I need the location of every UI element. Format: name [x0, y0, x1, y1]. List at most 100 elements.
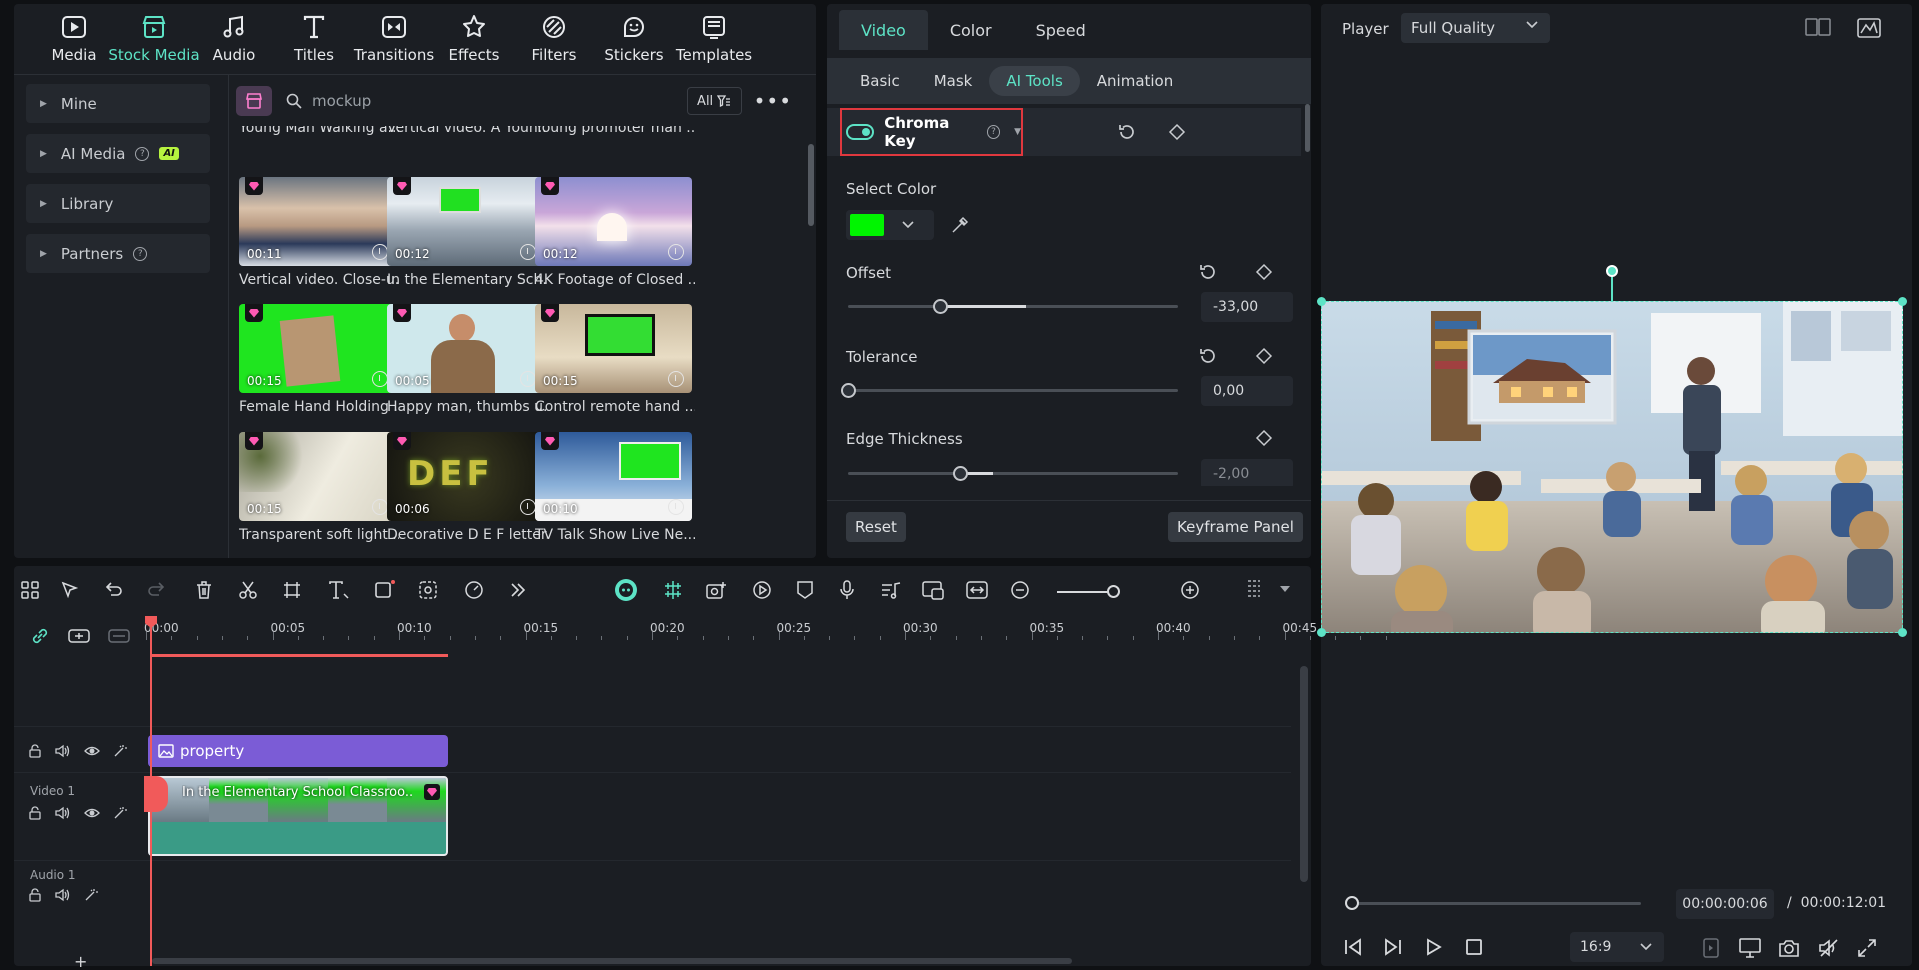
resize-handle[interactable]: [1317, 297, 1326, 306]
help-icon[interactable]: ?: [135, 146, 150, 161]
media-card[interactable]: Young promoter man ...: [535, 126, 695, 136]
store-button[interactable]: [236, 86, 272, 116]
offset-value-input[interactable]: -33,00: [1201, 292, 1293, 322]
properties-scrollbar[interactable]: [1305, 104, 1310, 152]
current-time[interactable]: 00:00:00:06: [1676, 889, 1774, 919]
reset-icon[interactable]: [1198, 262, 1218, 282]
compare-view-icon[interactable]: [1805, 18, 1831, 36]
snapshot-icon[interactable]: [1778, 938, 1800, 958]
layout-grid-icon[interactable]: [20, 580, 40, 600]
more-tools-icon[interactable]: [508, 580, 528, 600]
download-icon[interactable]: [668, 499, 684, 515]
slider-knob[interactable]: [932, 299, 948, 314]
eye-icon[interactable]: [84, 806, 100, 820]
dropdown-caret-icon[interactable]: ▼: [1014, 127, 1021, 137]
select-tool-icon[interactable]: [60, 580, 80, 600]
timeline-vertical-scrollbar[interactable]: [1300, 666, 1308, 882]
download-icon[interactable]: [520, 499, 536, 515]
text-tool-icon[interactable]: [328, 580, 350, 600]
zoom-out-icon[interactable]: [1010, 580, 1030, 600]
media-card[interactable]: 00:12 4K Footage of Closed ...: [535, 177, 695, 288]
add-track-link-icon[interactable]: [68, 626, 90, 646]
work-area-bar[interactable]: [150, 654, 448, 657]
shape-tool-icon[interactable]: [374, 580, 396, 600]
display-icon[interactable]: [1739, 938, 1761, 958]
sidebar-item-partners[interactable]: ▶ Partners ?: [26, 234, 210, 273]
picture-in-picture-icon[interactable]: [922, 580, 944, 600]
render-preview-icon[interactable]: [1703, 938, 1719, 958]
resize-handle[interactable]: [1898, 297, 1907, 306]
resize-handle[interactable]: [1317, 628, 1326, 637]
subtab-basic[interactable]: Basic: [843, 66, 917, 96]
help-icon[interactable]: ?: [133, 246, 148, 261]
media-card[interactable]: 00:10 TV Talk Show Live Ne...: [535, 432, 695, 543]
keyframe-panel-button[interactable]: Keyframe Panel: [1168, 512, 1303, 542]
reset-icon[interactable]: [1117, 122, 1137, 142]
playhead[interactable]: [150, 624, 152, 966]
clip-trim-marker[interactable]: [144, 776, 168, 812]
magic-wand-icon[interactable]: [113, 744, 127, 758]
nav-templates[interactable]: Templates: [674, 14, 754, 64]
edge-thickness-value-input[interactable]: -2,00: [1201, 459, 1293, 486]
nav-filters[interactable]: Filters: [514, 14, 594, 64]
color-picker-dropdown[interactable]: [846, 210, 934, 240]
magic-wand-icon[interactable]: [113, 806, 127, 820]
media-card[interactable]: 00:15 Control remote hand ...: [535, 304, 695, 415]
subtab-mask[interactable]: Mask: [917, 66, 990, 96]
tab-color[interactable]: Color: [928, 10, 1014, 50]
zoom-in-icon[interactable]: [1180, 580, 1200, 600]
help-icon[interactable]: ?: [986, 125, 1001, 139]
media-scrollbar[interactable]: [808, 144, 814, 226]
nav-stock-media[interactable]: Stock Media: [108, 14, 200, 64]
delete-icon[interactable]: [194, 580, 214, 600]
speed-icon[interactable]: [464, 580, 484, 600]
auto-reframe-icon[interactable]: [706, 580, 728, 600]
add-track-button[interactable]: +: [74, 952, 87, 970]
lock-icon[interactable]: [28, 806, 42, 820]
speaker-icon[interactable]: [55, 888, 71, 902]
search-input[interactable]: mockup: [312, 92, 687, 110]
more-options-icon[interactable]: •••: [754, 89, 792, 113]
nav-media[interactable]: Media: [34, 14, 114, 64]
image-clip[interactable]: property: [148, 735, 448, 767]
zoom-slider-knob[interactable]: [1107, 585, 1120, 598]
play-icon[interactable]: [1425, 938, 1443, 956]
playback-progress-track[interactable]: [1349, 902, 1641, 905]
lock-icon[interactable]: [28, 744, 42, 758]
sidebar-item-mine[interactable]: ▶ Mine: [26, 84, 210, 123]
track-layout-icon[interactable]: [1246, 578, 1262, 602]
download-icon[interactable]: [372, 499, 388, 515]
rotation-handle[interactable]: [1606, 265, 1618, 277]
download-icon[interactable]: [372, 244, 388, 260]
nav-effects[interactable]: Effects: [434, 14, 514, 64]
filter-button[interactable]: All: [686, 87, 742, 115]
marker-icon[interactable]: [796, 580, 814, 600]
slider-knob[interactable]: [953, 466, 969, 481]
snap-magnet-icon[interactable]: [662, 580, 684, 600]
eyedropper-icon[interactable]: [951, 216, 969, 234]
media-card[interactable]: 00:11 Vertical video. Close-u...: [239, 177, 399, 288]
fullscreen-icon[interactable]: [1857, 938, 1877, 958]
download-icon[interactable]: [372, 371, 388, 387]
magic-wand-icon[interactable]: [84, 888, 98, 902]
video-preview[interactable]: [1321, 301, 1903, 633]
nav-audio[interactable]: Audio: [194, 14, 274, 64]
redo-icon[interactable]: [146, 580, 166, 600]
download-icon[interactable]: [520, 244, 536, 260]
media-card[interactable]: Vertical video. A Youn...: [387, 126, 547, 136]
resize-handle[interactable]: [1898, 628, 1907, 637]
nav-titles[interactable]: Titles: [274, 14, 354, 64]
media-card[interactable]: Young Man Walking a...: [239, 126, 399, 136]
timeline-horizontal-scrollbar[interactable]: [152, 958, 1072, 964]
chevron-down-icon[interactable]: [1280, 586, 1290, 592]
download-icon[interactable]: [668, 371, 684, 387]
reset-icon[interactable]: [1198, 346, 1218, 366]
playback-progress-knob[interactable]: [1345, 896, 1359, 910]
render-icon[interactable]: [752, 580, 772, 600]
stop-icon[interactable]: [1465, 938, 1483, 956]
ai-assistant-icon[interactable]: [614, 578, 638, 602]
tab-video[interactable]: Video: [839, 10, 928, 50]
timeline-ruler[interactable]: 00:00 00:05 00:10 00:15 00:20 00:25 00:30 00:35…: [144, 618, 1387, 640]
track-manage-icon[interactable]: [108, 626, 130, 646]
keyframe-icon[interactable]: [1255, 263, 1273, 281]
